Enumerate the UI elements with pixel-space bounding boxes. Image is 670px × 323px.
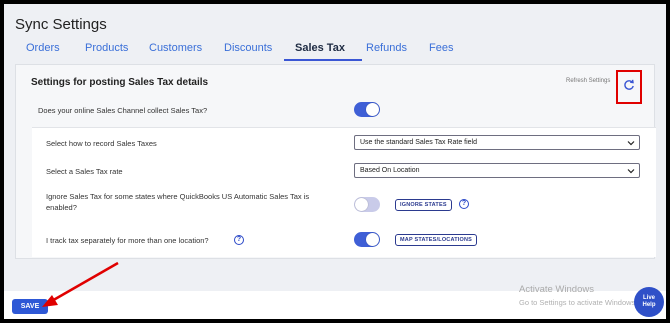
ignore-states-toggle[interactable] — [354, 197, 380, 212]
page-title: Sync Settings — [15, 16, 107, 33]
help-icon[interactable]: ? — [459, 199, 469, 209]
sales-tax-settings-card: Settings for posting Sales Tax details R… — [15, 64, 656, 259]
app-window: Sync Settings Orders Products Customers … — [4, 4, 666, 319]
track-locations-label: I track tax separately for more than one… — [46, 236, 209, 245]
tax-rate-value: Based On Location — [360, 167, 420, 174]
tab-sales-tax[interactable]: Sales Tax — [295, 42, 345, 54]
section-heading: Settings for posting Sales Tax details — [31, 77, 209, 88]
tab-fees[interactable]: Fees — [429, 42, 453, 54]
collect-tax-label: Does your online Sales Channel collect S… — [38, 106, 208, 115]
track-locations-toggle[interactable] — [354, 232, 380, 247]
live-help-line1: Live — [642, 295, 655, 301]
toggle-knob — [366, 103, 379, 116]
tab-discounts[interactable]: Discounts — [224, 42, 272, 54]
toggle-knob — [355, 198, 368, 211]
live-help-button[interactable]: Live Help — [634, 287, 664, 317]
toggle-knob — [366, 233, 379, 246]
record-method-value: Use the standard Sales Tax Rate field — [360, 139, 477, 146]
activate-windows-subtitle: Go to Settings to activate Windows. — [519, 298, 638, 307]
map-states-button[interactable]: MAP STATES/LOCATIONS — [395, 234, 478, 246]
active-tab-indicator — [284, 59, 362, 61]
ignore-states-label: Ignore Sales Tax for some states where Q… — [46, 192, 310, 212]
save-button[interactable]: SAVE — [12, 299, 48, 314]
collect-tax-toggle[interactable] — [354, 102, 380, 117]
tab-products[interactable]: Products — [85, 42, 128, 54]
tab-orders[interactable]: Orders — [26, 42, 60, 54]
refresh-icon[interactable] — [623, 78, 635, 96]
tax-rate-select[interactable]: Based On Location — [354, 163, 640, 178]
record-method-label: Select how to record Sales Taxes — [46, 139, 157, 148]
chevron-down-icon — [627, 169, 635, 174]
help-icon[interactable]: ? — [234, 235, 244, 245]
tab-refunds[interactable]: Refunds — [366, 42, 407, 54]
live-help-line2: Help — [642, 302, 656, 308]
ignore-states-button[interactable]: IGNORE STATES — [395, 199, 452, 211]
tax-rate-label: Select a Sales Tax rate — [46, 167, 123, 176]
chevron-down-icon — [627, 141, 635, 146]
refresh-settings-label: Refresh Settings — [566, 78, 611, 84]
tab-bar: Orders Products Customers Discounts Sale… — [18, 42, 658, 61]
sub-settings-panel: Select how to record Sales Taxes Use the… — [32, 127, 656, 257]
record-method-select[interactable]: Use the standard Sales Tax Rate field — [354, 135, 640, 150]
tab-customers[interactable]: Customers — [149, 42, 202, 54]
activate-windows-title: Activate Windows — [519, 284, 594, 295]
refresh-highlight-box — [616, 70, 642, 104]
